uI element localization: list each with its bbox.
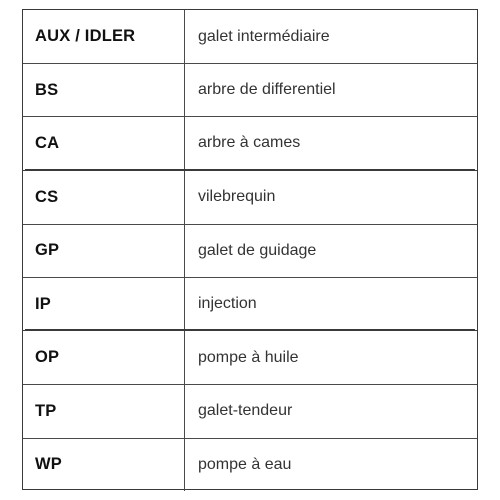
description-cell: pompe à eau [198,455,292,473]
description-cell: vilebrequin [198,188,276,206]
table-row: IP injection [23,276,477,331]
table-row: WP pompe à eau [23,437,477,491]
description-cell: injection [198,295,257,313]
description-cell: galet-tendeur [198,402,293,420]
code-cell: AUX / IDLER [23,10,185,64]
code-cell: WP [23,438,185,491]
table-row-group: OP pompe à huile TP galet-tendeur WP pom… [23,330,477,491]
code-cell: CS [23,170,185,224]
description-cell: galet intermédiaire [198,27,330,45]
table-row: TP galet-tendeur [23,384,477,438]
table-row: BS arbre de differentiel [23,63,477,117]
code-cell: CA [23,117,185,170]
table-row: AUX / IDLER galet intermédiaire [23,10,477,64]
code-cell: IP [23,277,185,331]
description-cell: pompe à huile [198,348,299,366]
table-row: CA arbre à cames [23,116,477,170]
table-row: GP galet de guidage [23,223,477,277]
code-cell: BS [23,64,185,117]
abbreviation-glossary-table: AUX / IDLER galet intermédiaire BS arbre… [22,9,478,491]
table-row: OP pompe à huile [23,331,477,385]
description-cell: arbre de differentiel [198,81,336,99]
table-row-group: AUX / IDLER galet intermédiaire BS arbre… [23,10,477,170]
table-row: CS vilebrequin [23,170,477,224]
code-cell: OP [23,331,185,385]
code-cell: TP [23,385,185,438]
code-cell: GP [23,224,185,277]
table-row-group: CS vilebrequin GP galet de guidage IP in… [23,169,477,331]
description-cell: galet de guidage [198,241,317,259]
description-cell: arbre à cames [198,134,301,152]
